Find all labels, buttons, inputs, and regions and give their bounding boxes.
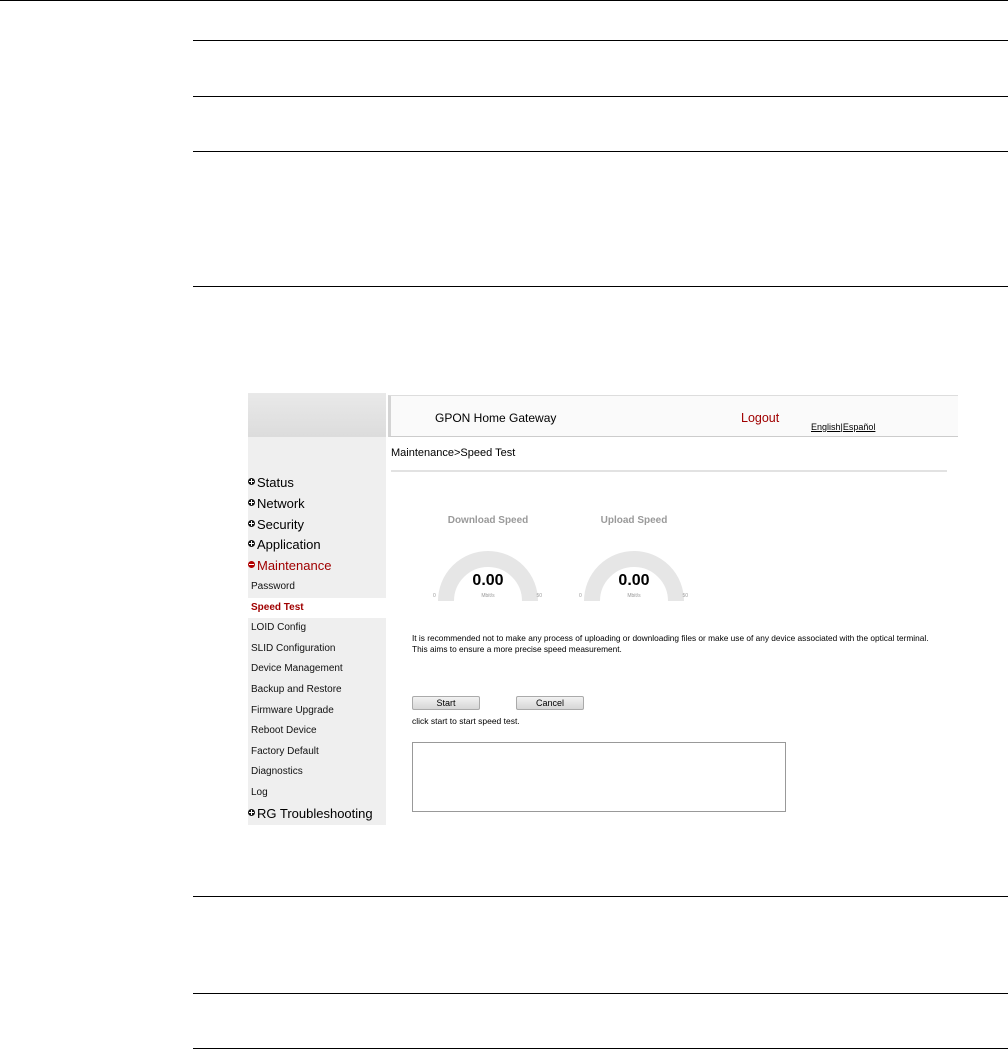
sidebar-subitem-diagnostics[interactable]: Diagnostics <box>248 762 386 783</box>
gauge-max: 50 <box>536 593 542 599</box>
sidebar-subitem-backup-and-restore[interactable]: Backup and Restore <box>248 680 386 701</box>
sidebar-header <box>248 393 386 437</box>
sidebar-item-label: Maintenance <box>257 558 332 574</box>
logout-link[interactable]: Logout <box>741 411 779 425</box>
plus-icon <box>248 498 255 506</box>
plus-icon <box>248 808 255 816</box>
table-rule <box>193 151 1008 152</box>
sidebar-subitem-loid-config[interactable]: LOID Config <box>248 618 386 639</box>
app-header: GPON Home Gateway Logout English|Español <box>388 395 958 437</box>
download-speed-gauge: Download Speed 0.00 Mbit/s 0 50 <box>428 515 548 615</box>
notice-line: This aims to ensure a more precise speed… <box>412 644 622 654</box>
gauge-title: Download Speed <box>447 515 529 526</box>
gauge-unit: Mbit/s <box>627 593 641 599</box>
sidebar-subitem-firmware-upgrade[interactable]: Firmware Upgrade <box>248 701 386 722</box>
upload-speed-gauge: Upload Speed 0.00 Mbit/s 0 50 <box>574 515 694 615</box>
plus-icon <box>248 519 255 527</box>
gauge-value: 0.00 <box>472 572 504 589</box>
breadcrumb: Maintenance>Speed Test <box>391 447 516 459</box>
table-rule <box>193 286 1008 287</box>
table-rule <box>193 96 1008 97</box>
start-hint: click start to start speed test. <box>412 716 520 726</box>
sidebar-subitem-device-management[interactable]: Device Management <box>248 659 386 680</box>
gauge-value: 0.00 <box>618 572 650 589</box>
sidebar-subitem-factory-default[interactable]: Factory Default <box>248 742 386 763</box>
page-top-rule <box>0 0 1008 1</box>
gauge-min: 0 <box>579 593 582 599</box>
sidebar-item-label: RG Troubleshooting <box>257 805 373 821</box>
sidebar-item-label: Application <box>257 537 321 553</box>
language-switcher: English|Español <box>811 422 875 432</box>
table-rule <box>193 40 1008 41</box>
sidebar-item-label: Network <box>257 495 305 511</box>
sidebar-item-status[interactable]: Status <box>248 473 386 494</box>
sidebar-nav: Status Network Security Application Main… <box>248 473 386 824</box>
gauge-min: 0 <box>433 593 436 599</box>
start-button[interactable]: Start <box>412 696 480 710</box>
minus-icon <box>248 561 255 569</box>
lang-spanish-link[interactable]: Español <box>843 422 876 432</box>
sidebar-item-label: Security <box>257 516 304 532</box>
table-rule <box>193 993 1008 994</box>
sidebar-item-maintenance[interactable]: Maintenance <box>248 556 386 577</box>
plus-icon <box>248 478 255 485</box>
gauge-arc <box>438 551 538 602</box>
gauge-arc <box>584 551 684 602</box>
sidebar-subitem-log[interactable]: Log <box>248 783 386 804</box>
gauge-max: 50 <box>682 593 688 599</box>
gauge-title: Upload Speed <box>600 515 668 526</box>
table-rule <box>193 1048 1008 1049</box>
lang-english-link[interactable]: English <box>811 422 841 432</box>
sidebar-subitem-speed-test[interactable]: Speed Test <box>248 597 386 619</box>
sidebar-item-rg-troubleshooting[interactable]: RG Troubleshooting <box>248 804 386 825</box>
app-title: GPON Home Gateway <box>435 411 557 425</box>
sidebar: Status Network Security Application Main… <box>248 393 386 825</box>
notice-line: It is recommended not to make any proces… <box>412 633 929 643</box>
speed-test-result-box <box>412 742 786 812</box>
router-ui-screenshot: Status Network Security Application Main… <box>248 393 958 825</box>
sidebar-subitem-password[interactable]: Password <box>248 577 386 598</box>
sidebar-item-label: Status <box>257 475 294 490</box>
speed-test-notice: It is recommended not to make any proces… <box>412 633 952 655</box>
sidebar-item-network[interactable]: Network <box>248 494 386 515</box>
cancel-button[interactable]: Cancel <box>516 696 584 710</box>
plus-icon <box>248 540 255 548</box>
sidebar-subitem-slid-configuration[interactable]: SLID Configuration <box>248 639 386 660</box>
sidebar-item-application[interactable]: Application <box>248 535 386 556</box>
gauge-unit: Mbit/s <box>481 593 495 599</box>
breadcrumb-divider <box>391 470 947 472</box>
sidebar-item-security[interactable]: Security <box>248 515 386 536</box>
table-rule <box>193 896 1008 897</box>
sidebar-subitem-reboot-device[interactable]: Reboot Device <box>248 721 386 742</box>
